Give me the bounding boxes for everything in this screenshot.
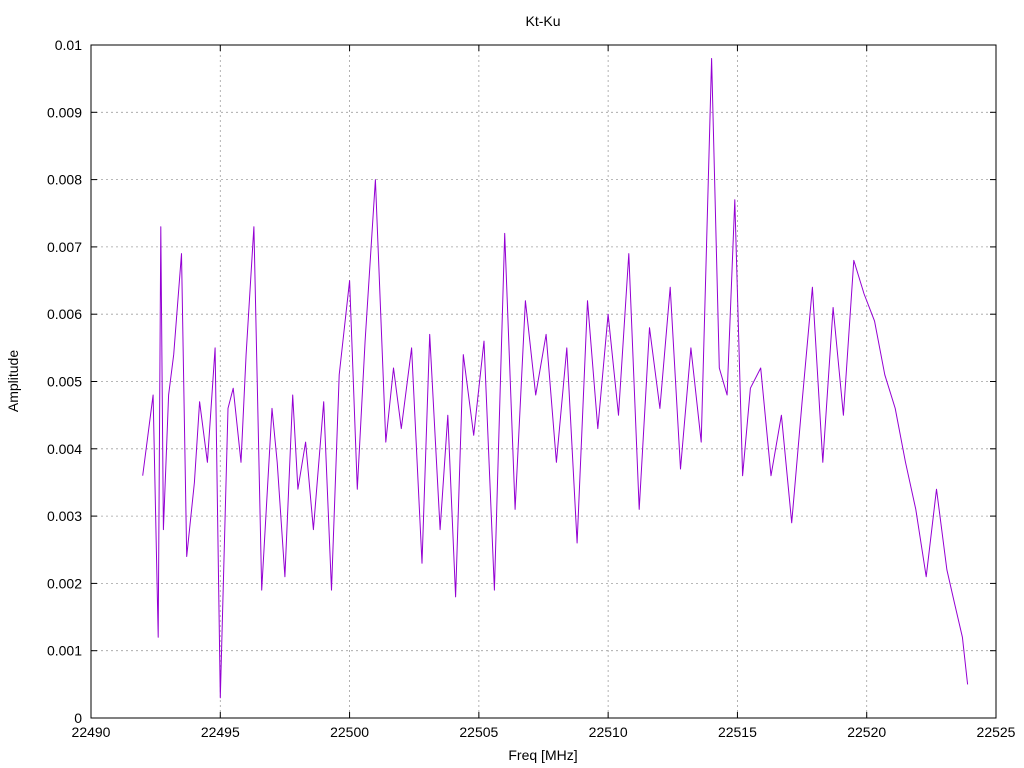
chart-plot: 22490 22495 22500 22505 22510 22515 22520 22525… bbox=[5, 13, 1016, 763]
x-tick-label: 22510 bbox=[589, 724, 628, 740]
y-tick-label: 0.001 bbox=[47, 643, 82, 659]
y-tick-label: 0.004 bbox=[47, 441, 82, 457]
y-axis-label: Amplitude bbox=[5, 350, 21, 412]
x-tick-label: 22520 bbox=[847, 724, 886, 740]
x-axis-label: Freq [MHz] bbox=[508, 747, 577, 763]
axis-ticks: 22490 22495 22500 22505 22510 22515 22520 22525… bbox=[47, 37, 1016, 740]
x-tick-label: 22525 bbox=[977, 724, 1016, 740]
x-tick-label: 22495 bbox=[201, 724, 240, 740]
series-layer bbox=[142, 58, 969, 699]
x-tick-label: 22490 bbox=[72, 724, 111, 740]
y-tick-label: 0.002 bbox=[47, 575, 82, 591]
grid-lines bbox=[91, 45, 996, 718]
y-tick-label: 0.005 bbox=[47, 374, 82, 390]
x-tick-label: 22500 bbox=[330, 724, 369, 740]
y-tick-label: 0.008 bbox=[47, 172, 82, 188]
y-tick-label: 0.007 bbox=[47, 239, 82, 255]
x-tick-label: 22505 bbox=[459, 724, 498, 740]
x-tick-label: 22515 bbox=[718, 724, 757, 740]
y-tick-label: 0.009 bbox=[47, 104, 82, 120]
y-tick-label: 0.01 bbox=[55, 37, 82, 53]
y-tick-label: 0 bbox=[74, 710, 82, 726]
y-tick-label: 0.006 bbox=[47, 306, 82, 322]
y-tick-label: 0.003 bbox=[47, 508, 82, 524]
chart-title: Kt-Ku bbox=[525, 13, 560, 29]
series-line bbox=[142, 58, 969, 699]
